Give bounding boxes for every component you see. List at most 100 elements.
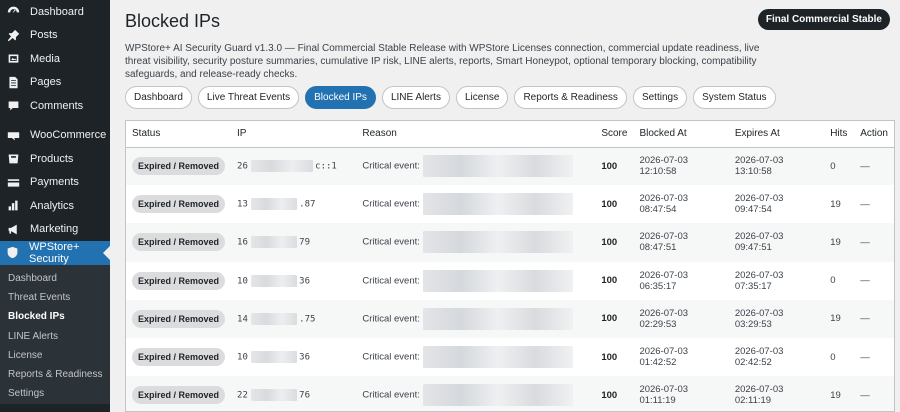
tab-system-status[interactable]: System Status <box>693 86 776 109</box>
redacted-reason <box>422 269 573 292</box>
pin-icon <box>6 28 20 42</box>
sidebar-item-marketing[interactable]: Marketing <box>0 218 110 242</box>
col-hits: Hits <box>824 121 855 148</box>
ip-suffix: 79 <box>299 237 310 248</box>
sidebar-item-pages[interactable]: Pages <box>0 71 110 95</box>
ip-suffix: 36 <box>299 352 310 363</box>
score-cell: 100 <box>595 223 634 262</box>
col-blocked-at: Blocked At <box>633 121 729 148</box>
blocked-at-cell: 2026-07-03 01:42:52 <box>639 346 689 369</box>
products-icon <box>6 152 20 166</box>
redacted-reason <box>422 155 573 178</box>
sidebar-item-label: Marketing <box>30 223 79 236</box>
blocked-at-cell: 2026-07-03 12:10:58 <box>633 147 729 186</box>
redacted-ip <box>250 160 313 173</box>
reason-cell: Critical event: <box>356 299 596 338</box>
tab-line-alerts[interactable]: LINE Alerts <box>381 86 450 109</box>
sidebar-item-label: Products <box>30 152 74 165</box>
blocked-at-cell: 2026-07-03 01:11:19 <box>633 376 729 411</box>
redacted-ip <box>250 389 297 402</box>
submenu-item-blocked-ips[interactable]: Blocked IPs <box>0 307 110 326</box>
sidebar-item-posts[interactable]: Posts <box>0 24 110 48</box>
marketing-icon <box>6 222 20 236</box>
table-row: Expired / Removed 16 79 Critical event: 10… <box>126 223 894 262</box>
sidebar-item-wpstore-security[interactable]: WPStore+ Security <box>0 241 110 265</box>
sidebar-item-label: Analytics <box>30 199 75 212</box>
submenu-item-reports-readiness[interactable]: Reports & Readiness <box>0 365 110 384</box>
sidebar-item-products[interactable]: Products <box>0 147 110 171</box>
expires-at-cell: 2026-07-03 13:10:58 <box>728 147 825 186</box>
status-cell: Expired / Removed <box>126 299 232 338</box>
ip-suffix: 76 <box>299 390 310 401</box>
tab-dashboard[interactable]: Dashboard <box>125 86 192 109</box>
col-status: Status <box>126 121 232 148</box>
ip-prefix: 13 <box>237 199 248 210</box>
table-row: Expired / Removed 10 36 Critical event: 10… <box>126 262 894 300</box>
redacted-ip <box>250 274 297 287</box>
sidebar-item-label: WooCommerce <box>30 129 107 142</box>
reason-text: Critical event: <box>362 351 420 363</box>
reason-text: Critical event: <box>362 389 420 401</box>
score-cell: 100 <box>601 275 618 287</box>
table-header-row: Status IP Reason Score Blocked At Expire… <box>126 121 894 148</box>
expires-at-cell: 2026-07-03 09:47:51 <box>728 223 825 262</box>
hits-cell: 0 <box>830 351 836 363</box>
action-cell: — <box>860 351 870 363</box>
sidebar-item-dashboard[interactable]: Dashboard <box>0 0 110 24</box>
ip-prefix: 10 <box>237 352 248 363</box>
tab-bar: Dashboard Live Threat Events Blocked IPs LI… <box>125 86 776 109</box>
blocked-at-cell: 2026-07-03 02:29:53 <box>633 299 729 338</box>
action-cell: — <box>860 275 870 287</box>
col-action: Action <box>854 121 894 148</box>
pages-icon <box>6 75 20 89</box>
redacted-ip <box>250 236 297 249</box>
sidebar-item-payments[interactable]: Payments <box>0 171 110 195</box>
blocked-at-cell: 2026-07-03 08:47:54 <box>639 193 689 216</box>
ip-cell: 10 36 <box>231 338 356 376</box>
reason-text: Critical event: <box>362 160 420 172</box>
shield-icon <box>6 246 19 260</box>
sidebar-item-label: Posts <box>30 29 58 42</box>
tab-live-threat-events[interactable]: Live Threat Events <box>197 86 300 109</box>
admin-sidebar: Dashboard Posts Media Pages Comments WooComme… <box>0 0 110 412</box>
redacted-reason <box>422 193 573 216</box>
sidebar-item-woocommerce[interactable]: WooCommerce <box>0 124 110 148</box>
ip-prefix: 16 <box>237 237 248 248</box>
status-cell: Expired / Removed <box>126 338 231 376</box>
hits-cell: 19 <box>824 223 855 262</box>
score-cell: 100 <box>601 198 618 210</box>
analytics-icon <box>6 199 20 213</box>
page-title: Blocked IPs <box>125 11 221 31</box>
ip-cell: 16 79 <box>231 223 357 262</box>
tab-settings[interactable]: Settings <box>632 86 688 109</box>
tab-reports-readiness[interactable]: Reports & Readiness <box>514 86 627 109</box>
table-row: Expired / Removed 14 .75 Critical event: 1… <box>126 299 894 338</box>
tab-license[interactable]: License <box>455 86 509 109</box>
submenu-item-license[interactable]: License <box>0 346 110 365</box>
hits-cell: 19 <box>824 376 855 411</box>
reason-cell: Critical event: <box>356 376 596 411</box>
submenu-item-threat-events[interactable]: Threat Events <box>0 288 110 307</box>
status-cell: Expired / Removed <box>126 185 231 223</box>
submenu-item-line-alerts[interactable]: LINE Alerts <box>0 326 110 345</box>
sidebar-item-comments[interactable]: Comments <box>0 94 110 118</box>
status-badge: Expired / Removed <box>132 348 226 367</box>
reason-text: Critical event: <box>362 275 420 287</box>
redacted-ip <box>250 198 297 211</box>
redacted-reason <box>422 384 573 407</box>
payments-icon <box>6 175 20 189</box>
status-cell: Expired / Removed <box>126 262 231 300</box>
submenu-item-settings[interactable]: Settings <box>0 384 110 403</box>
submenu-item-dashboard[interactable]: Dashboard <box>0 269 110 288</box>
ip-cell: 10 36 <box>231 262 356 300</box>
ip-prefix: 14 <box>237 314 248 325</box>
action-cell: — <box>860 198 870 210</box>
ip-cell: 26 c::1 <box>231 147 357 186</box>
tab-blocked-ips[interactable]: Blocked IPs <box>305 86 376 109</box>
sidebar-item-label: Comments <box>30 99 84 112</box>
sidebar-item-media[interactable]: Media <box>0 47 110 71</box>
sidebar-item-analytics[interactable]: Analytics <box>0 194 110 218</box>
ip-suffix: 36 <box>299 276 310 287</box>
security-submenu: Dashboard Threat Events Blocked IPs LINE Al… <box>0 264 110 404</box>
redacted-reason <box>422 307 573 330</box>
